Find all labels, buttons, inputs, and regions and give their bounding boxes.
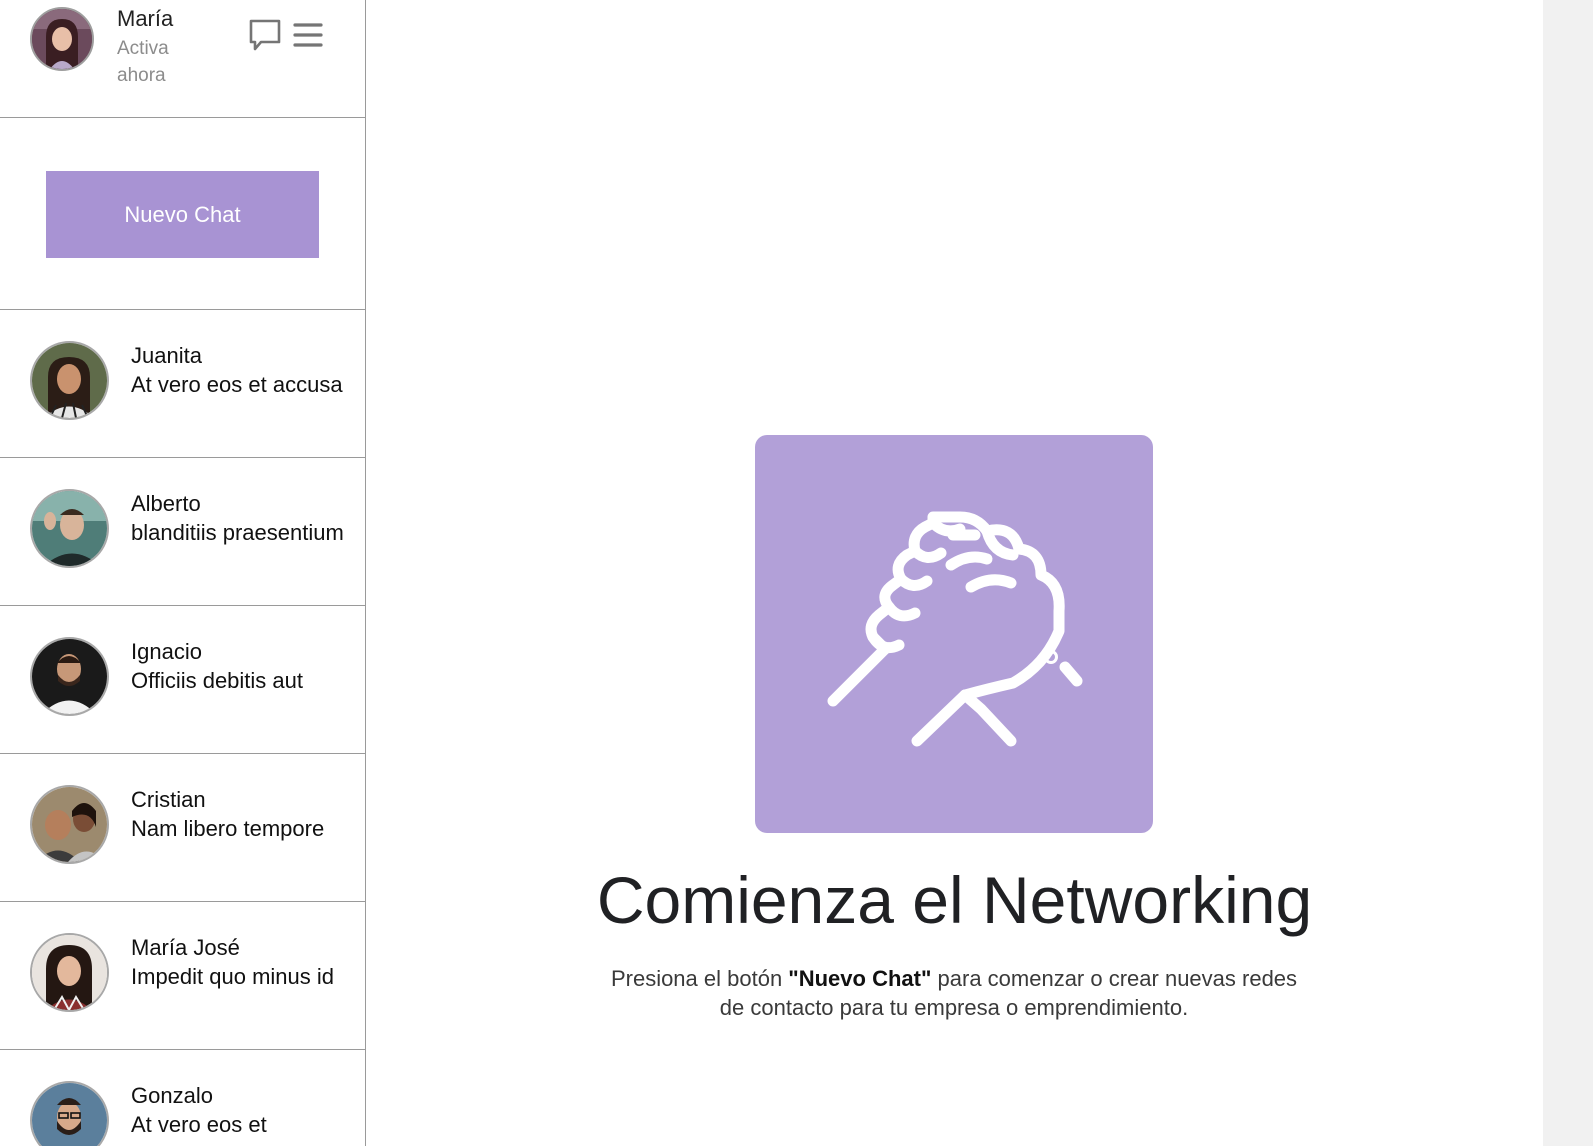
contact-text: Ignacio Officiis debitis aut xyxy=(131,638,346,695)
contact-avatar xyxy=(30,341,109,420)
contact-last-message: blanditiis praesentium xyxy=(131,519,344,545)
main-panel: Comienza el Networking Presiona el botón… xyxy=(366,0,1543,1146)
contact-avatar xyxy=(30,637,109,716)
contact-last-message: Nam libero tempore xyxy=(131,815,325,841)
contact-item[interactable]: María José Impedit quo minus id xyxy=(0,902,365,1050)
description-bold: "Nuevo Chat" xyxy=(788,966,932,991)
contact-name: Juanita xyxy=(131,343,202,368)
contact-name: Alberto xyxy=(131,491,201,516)
contact-item[interactable]: Ignacio Officiis debitis aut xyxy=(0,606,365,754)
contact-item[interactable]: Juanita At vero eos et accusa xyxy=(0,310,365,458)
contact-list: Juanita At vero eos et accusa Alberto bl… xyxy=(0,310,365,1146)
main-description: Presiona el botón "Nuevo Chat" para come… xyxy=(609,965,1299,1022)
hamburger-menu-icon[interactable] xyxy=(292,18,326,52)
contact-avatar xyxy=(30,489,109,568)
handshake-icon xyxy=(827,511,1083,747)
user-avatar[interactable] xyxy=(30,7,94,71)
contact-text: María José Impedit quo minus id xyxy=(131,934,346,991)
contact-text: Juanita At vero eos et accusa xyxy=(131,342,346,399)
contact-last-message: Impedit quo minus id xyxy=(131,963,334,989)
description-pre: Presiona el botón xyxy=(610,966,789,991)
profile-name: María xyxy=(117,6,174,31)
contact-text: Alberto blanditiis praesentium xyxy=(131,490,346,547)
profile-status: Activa ahora xyxy=(117,38,169,86)
contact-name: Ignacio xyxy=(131,639,202,664)
contact-item[interactable]: Gonzalo At vero eos et xyxy=(0,1050,365,1146)
illustration-tile xyxy=(755,435,1153,833)
main-title: Comienza el Networking xyxy=(596,863,1313,937)
contact-last-message: At vero eos et xyxy=(131,1111,267,1137)
contact-name: Cristian xyxy=(131,787,206,812)
new-chat-section: Nuevo Chat xyxy=(0,118,365,310)
contact-item[interactable]: Alberto blanditiis praesentium xyxy=(0,458,365,606)
chat-app: María Activa ahora Nuevo Chat Juanita At… xyxy=(0,0,1593,1146)
speech-bubble-icon[interactable] xyxy=(248,18,282,52)
contact-avatar xyxy=(30,1081,109,1146)
profile-header: María Activa ahora xyxy=(0,0,365,118)
contact-last-message: Officiis debitis aut xyxy=(131,667,304,693)
contact-text: Gonzalo At vero eos et xyxy=(131,1082,346,1139)
contact-text: Cristian Nam libero tempore xyxy=(131,786,346,843)
contact-name: Gonzalo xyxy=(131,1083,213,1108)
sidebar: María Activa ahora Nuevo Chat Juanita At… xyxy=(0,0,366,1146)
contact-avatar xyxy=(30,933,109,1012)
contact-name: María José xyxy=(131,935,240,960)
new-chat-button[interactable]: Nuevo Chat xyxy=(46,171,319,258)
contact-last-message: At vero eos et accusa xyxy=(131,371,343,397)
page-scrollbar[interactable] xyxy=(1543,0,1593,1146)
contact-avatar xyxy=(30,785,109,864)
contact-item[interactable]: Cristian Nam libero tempore xyxy=(0,754,365,902)
